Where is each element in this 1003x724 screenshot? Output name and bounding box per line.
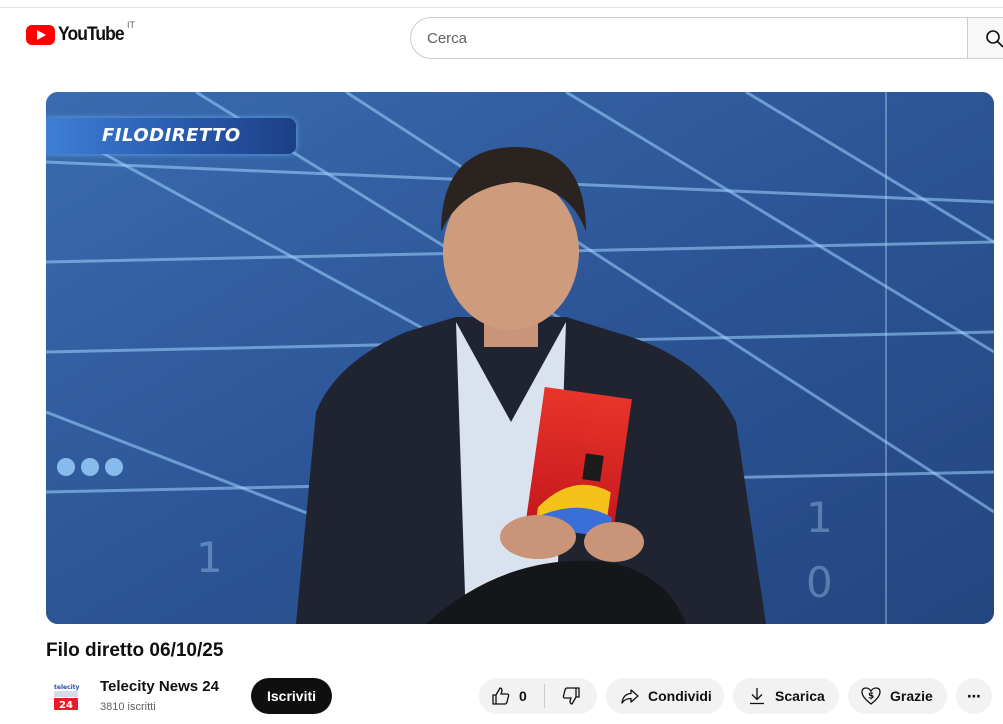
overlay-tag-text: FILODIRETTO (102, 125, 241, 146)
more-actions-button[interactable]: ⋯ (956, 678, 992, 714)
country-code: IT (127, 20, 135, 30)
search-button[interactable] (967, 17, 1003, 59)
video-frame: 1 0 1 (46, 92, 994, 624)
thumbs-down-icon (562, 687, 580, 705)
more-icon: ⋯ (967, 687, 981, 704)
svg-text:0: 0 (806, 558, 833, 607)
svg-text:1: 1 (806, 493, 833, 542)
video-title: Filo diretto 06/10/25 (46, 640, 224, 661)
thumbs-up-icon (492, 687, 510, 705)
search-input[interactable] (427, 26, 947, 50)
share-icon (621, 689, 639, 704)
youtube-logo[interactable]: YouTube IT (26, 20, 135, 46)
download-icon (750, 688, 764, 705)
share-label: Condividi (648, 688, 712, 704)
like-button[interactable]: 0 (479, 678, 544, 714)
channel-logo-icon: telecity 24 (52, 684, 80, 711)
subscribe-button[interactable]: Iscriviti (251, 678, 332, 714)
youtube-play-icon (26, 25, 55, 45)
channel-name[interactable]: Telecity News 24 (100, 678, 219, 695)
logo-text: YouTube (58, 24, 125, 45)
heart-dollar-icon: $ (861, 687, 881, 705)
svg-text:telecity: telecity (54, 684, 80, 691)
search-icon (986, 30, 1003, 48)
like-dislike-group: 0 (479, 678, 597, 714)
like-count: 0 (519, 688, 527, 704)
video-player[interactable]: 1 0 1 FILODIRETTO (46, 92, 994, 624)
download-button[interactable]: Scarica (733, 678, 839, 714)
svg-text:$: $ (868, 692, 874, 702)
download-label: Scarica (775, 688, 825, 704)
top-divider (0, 7, 1003, 8)
search-box (410, 17, 1003, 59)
share-button[interactable]: Condividi (606, 678, 724, 714)
subscriber-count: 3810 iscritti (100, 701, 156, 713)
svg-text:1: 1 (196, 533, 223, 582)
svg-text:24: 24 (59, 700, 73, 711)
channel-avatar[interactable]: telecity 24 (50, 681, 82, 713)
thanks-label: Grazie (890, 688, 933, 704)
overlay-tag: FILODIRETTO (46, 118, 296, 154)
dislike-button[interactable] (545, 678, 597, 714)
thanks-button[interactable]: $ Grazie (848, 678, 947, 714)
